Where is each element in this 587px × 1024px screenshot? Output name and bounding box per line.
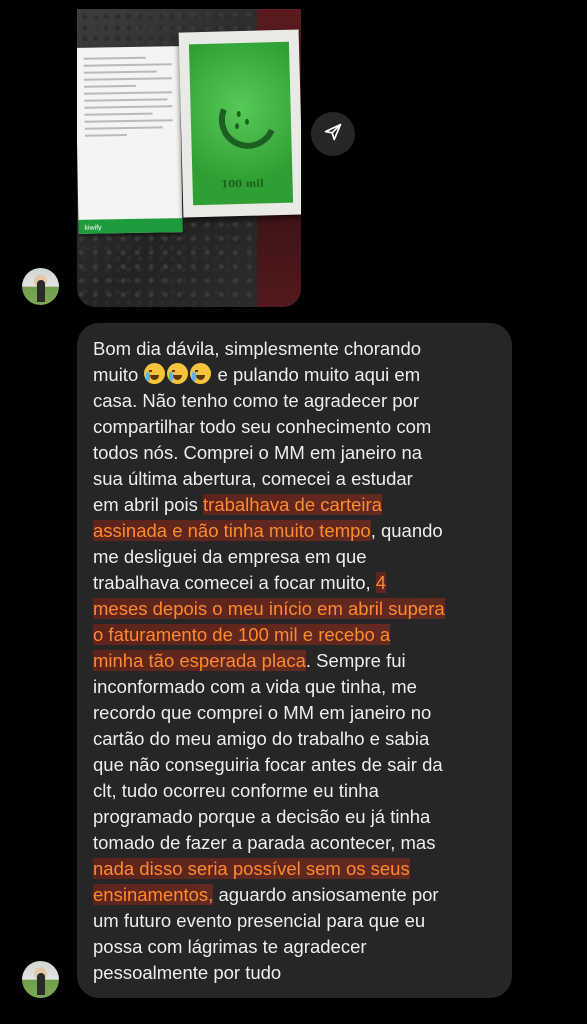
message-segment: muito [93, 364, 144, 385]
message-line: recordo que comprei o MM em janeiro no [93, 700, 503, 726]
message-segment: aguardo ansiosamente por [213, 884, 439, 905]
message-segment: casa. Não tenho como te agradecer por [93, 390, 419, 411]
message-line: que não conseguiria focar antes de sair … [93, 752, 503, 778]
message-segment: clt, tudo ocorreu conforme eu tinha [93, 780, 379, 801]
message-line: possa com lágrimas te agradecer [93, 934, 503, 960]
message-segment: Bom dia dávila, simplesmente chorando [93, 338, 422, 359]
message-line: programado porque a decisão eu já tinha [93, 804, 503, 830]
message-line: meses depois o meu início em abril super… [93, 596, 503, 622]
highlighted-text: trabalhava de carteira [203, 494, 382, 515]
message-line: assinada e não tinha muito tempo, quando [93, 518, 503, 544]
crying-face-emoji [167, 363, 189, 384]
certificate-document: kiwify [77, 46, 183, 234]
message-line: em abril pois trabalhava de carteira [93, 492, 503, 518]
message-segment: tomado de fazer a parada acontecer, mas [93, 832, 436, 853]
message-line: inconformado com a vida que tinha, me [93, 674, 503, 700]
sender-avatar[interactable] [22, 961, 59, 998]
message-segment: inconformado com a vida que tinha, me [93, 676, 417, 697]
message-segment: sua última abertura, comecei a estudar [93, 468, 413, 489]
message-segment: e pulando muito aqui em [212, 364, 421, 385]
message-segment: programado porque a decisão eu já tinha [93, 806, 431, 827]
crying-face-emoji [144, 363, 166, 384]
crying-face-emoji [190, 363, 212, 384]
message-line: casa. Não tenho como te agradecer por [93, 388, 503, 414]
message-line: todos nós. Comprei o MM em janeiro na [93, 440, 503, 466]
highlighted-text: ensinamentos, [93, 884, 214, 905]
message-line: minha tão esperada placa. Sempre fui [93, 648, 503, 674]
message-segment: um futuro evento presencial para que eu [93, 910, 426, 931]
message-line: muito e pulando muito aqui em [93, 362, 503, 388]
message-segment: possa com lágrimas te agradecer [93, 936, 367, 957]
message-line: compartilhar todo seu conhecimento com [93, 414, 503, 440]
message-line: cartão do meu amigo do trabalho e sabia [93, 726, 503, 752]
highlighted-text: 4 [375, 572, 387, 593]
highlighted-text: meses depois o meu início em abril super… [93, 598, 445, 619]
message-segment: trabalhava comecei a focar muito, [93, 572, 376, 593]
message-segment: em abril pois [93, 494, 204, 515]
send-icon [323, 122, 343, 147]
highlighted-text: nada disso seria possível sem os seus [93, 858, 410, 879]
highlighted-text: minha tão esperada placa [93, 650, 306, 671]
share-button[interactable] [311, 112, 355, 156]
message-segment: compartilhar todo seu conhecimento com [93, 416, 432, 437]
message-line: clt, tudo ocorreu conforme eu tinha [93, 778, 503, 804]
message-segment: , quando [370, 520, 443, 541]
message-segment: . Sempre fui [305, 650, 406, 671]
message-segment: que não conseguiria focar antes de sair … [93, 754, 443, 775]
message-segment: pessoalmente por tudo [93, 962, 282, 983]
message-line: trabalhava comecei a focar muito, 4 [93, 570, 503, 596]
document-brand: kiwify [84, 224, 102, 232]
highlighted-text: o faturamento de 100 mil e recebo a [93, 624, 391, 645]
message-line: pessoalmente por tudo [93, 960, 503, 986]
message-line: tomado de fazer a parada acontecer, mas [93, 830, 503, 856]
plaque-value: 100 mil [221, 178, 264, 191]
message-segment: recordo que comprei o MM em janeiro no [93, 702, 432, 723]
message-segment: todos nós. Comprei o MM em janeiro na [93, 442, 423, 463]
highlighted-text: assinada e não tinha muito tempo [93, 520, 371, 541]
message-line: ensinamentos, aguardo ansiosamente por [93, 882, 503, 908]
sender-avatar[interactable] [22, 268, 59, 305]
message-line: o faturamento de 100 mil e recebo a [93, 622, 503, 648]
message-line: me desliguei da empresa em que [93, 544, 503, 570]
message-line: sua última abertura, comecei a estudar [93, 466, 503, 492]
message-segment: cartão do meu amigo do trabalho e sabia [93, 728, 430, 749]
shared-photo[interactable]: kiwify 100 mil [77, 9, 301, 307]
message-line: um futuro evento presencial para que eu [93, 908, 503, 934]
message-segment: me desliguei da empresa em que [93, 546, 367, 567]
message-text: Bom dia dávila, simplesmente chorando mui… [93, 336, 503, 986]
message-line: Bom dia dávila, simplesmente chorando [93, 336, 503, 362]
message-line: nada disso seria possível sem os seus [93, 856, 503, 882]
award-plaque: 100 mil [178, 29, 301, 218]
